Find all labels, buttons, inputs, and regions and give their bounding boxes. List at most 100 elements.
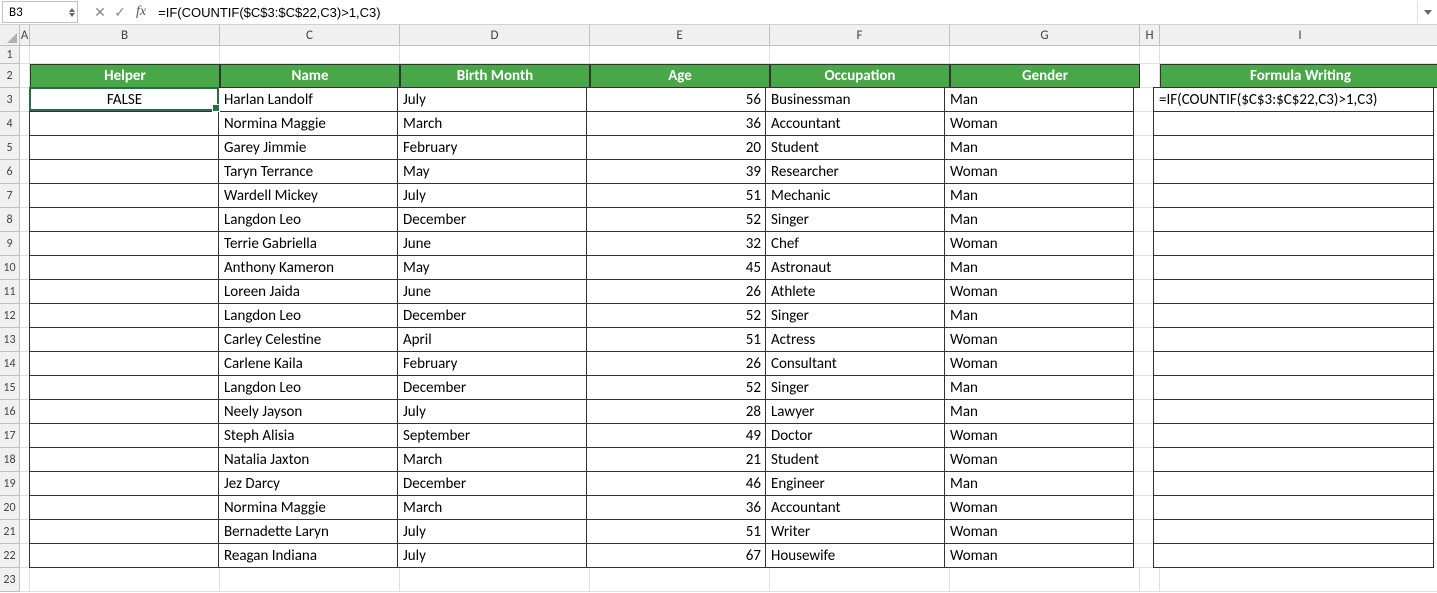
- cell-I14[interactable]: [1153, 351, 1434, 376]
- cell-G23[interactable]: [950, 568, 1140, 592]
- cell-F1[interactable]: [770, 46, 950, 64]
- cell-G7[interactable]: Man: [944, 183, 1134, 208]
- cell-B3[interactable]: FALSE: [29, 87, 219, 112]
- cell-G8[interactable]: Man: [944, 207, 1134, 232]
- cell-E17[interactable]: 49: [586, 423, 766, 448]
- cell-B19[interactable]: [29, 471, 219, 496]
- cell-G4[interactable]: Woman: [944, 111, 1134, 136]
- cell-C13[interactable]: Carley Celestine: [218, 327, 398, 352]
- cell-C11[interactable]: Loreen Jaida: [218, 279, 398, 304]
- cell-B12[interactable]: [29, 303, 219, 328]
- cell-H13[interactable]: [1134, 328, 1154, 352]
- cell-H18[interactable]: [1134, 448, 1154, 472]
- cell-B23[interactable]: [30, 568, 220, 592]
- cell-I8[interactable]: [1153, 207, 1434, 232]
- cell-F3[interactable]: Businessman: [765, 87, 945, 112]
- cell-D15[interactable]: December: [397, 375, 587, 400]
- cell-G19[interactable]: Man: [944, 471, 1134, 496]
- row-header-6[interactable]: 6: [0, 160, 20, 184]
- cell-A23[interactable]: [20, 568, 30, 592]
- cell-F4[interactable]: Accountant: [765, 111, 945, 136]
- cell-I16[interactable]: [1153, 399, 1434, 424]
- cell-D18[interactable]: March: [397, 447, 587, 472]
- row-header-4[interactable]: 4: [0, 112, 20, 136]
- row-header-15[interactable]: 15: [0, 376, 20, 400]
- accept-formula-icon[interactable]: ✓: [110, 2, 130, 22]
- cell-B9[interactable]: [29, 231, 219, 256]
- cell-C19[interactable]: Jez Darcy: [218, 471, 398, 496]
- cell-A2[interactable]: [20, 64, 30, 88]
- cell-H21[interactable]: [1134, 520, 1154, 544]
- cell-E21[interactable]: 51: [586, 519, 766, 544]
- cell-C16[interactable]: Neely Jayson: [218, 399, 398, 424]
- cell-C9[interactable]: Terrie Gabriella: [218, 231, 398, 256]
- cell-H5[interactable]: [1134, 136, 1154, 160]
- expand-formula-bar-icon[interactable]: [1417, 1, 1437, 23]
- row-header-21[interactable]: 21: [0, 520, 20, 544]
- formula-input[interactable]: [156, 1, 1417, 23]
- cell-F10[interactable]: Astronaut: [765, 255, 945, 280]
- cell-A1[interactable]: [20, 46, 30, 64]
- cell-G22[interactable]: Woman: [944, 543, 1134, 568]
- row-header-12[interactable]: 12: [0, 304, 20, 328]
- cell-G17[interactable]: Woman: [944, 423, 1134, 448]
- cell-D14[interactable]: February: [397, 351, 587, 376]
- cell-F23[interactable]: [770, 568, 950, 592]
- row-header-18[interactable]: 18: [0, 448, 20, 472]
- cell-D17[interactable]: September: [397, 423, 587, 448]
- cancel-formula-icon[interactable]: ✕: [90, 2, 110, 22]
- cell-I22[interactable]: [1153, 543, 1434, 568]
- cell-H17[interactable]: [1134, 424, 1154, 448]
- cell-C5[interactable]: Garey Jimmie: [218, 135, 398, 160]
- cell-H2[interactable]: [1140, 64, 1160, 88]
- cell-C3[interactable]: Harlan Landolf: [218, 87, 398, 112]
- cell-D16[interactable]: July: [397, 399, 587, 424]
- cell-B15[interactable]: [29, 375, 219, 400]
- cell-F15[interactable]: Singer: [765, 375, 945, 400]
- cell-C14[interactable]: Carlene Kaila: [218, 351, 398, 376]
- row-header-17[interactable]: 17: [0, 424, 20, 448]
- cell-F19[interactable]: Engineer: [765, 471, 945, 496]
- cell-D13[interactable]: April: [397, 327, 587, 352]
- cell-C22[interactable]: Reagan Indiana: [218, 543, 398, 568]
- row-header-13[interactable]: 13: [0, 328, 20, 352]
- column-header-A[interactable]: A: [20, 25, 30, 46]
- cell-C10[interactable]: Anthony Kameron: [218, 255, 398, 280]
- cell-I13[interactable]: [1153, 327, 1434, 352]
- cell-F20[interactable]: Accountant: [765, 495, 945, 520]
- row-header-16[interactable]: 16: [0, 400, 20, 424]
- cell-B1[interactable]: [30, 46, 220, 64]
- cell-G16[interactable]: Man: [944, 399, 1134, 424]
- cell-G12[interactable]: Man: [944, 303, 1134, 328]
- cell-I1[interactable]: [1160, 46, 1437, 64]
- column-header-I[interactable]: I: [1160, 25, 1437, 46]
- cell-G21[interactable]: Woman: [944, 519, 1134, 544]
- cell-C2[interactable]: Name: [220, 64, 400, 88]
- row-header-22[interactable]: 22: [0, 544, 20, 568]
- cell-I2[interactable]: Formula Writing: [1160, 64, 1437, 88]
- cell-D23[interactable]: [400, 568, 590, 592]
- row-header-14[interactable]: 14: [0, 352, 20, 376]
- cell-H8[interactable]: [1134, 208, 1154, 232]
- cell-E1[interactable]: [590, 46, 770, 64]
- cell-B11[interactable]: [29, 279, 219, 304]
- cell-D12[interactable]: December: [397, 303, 587, 328]
- cell-C17[interactable]: Steph Alisia: [218, 423, 398, 448]
- cell-I6[interactable]: [1153, 159, 1434, 184]
- cell-F11[interactable]: Athlete: [765, 279, 945, 304]
- cell-I20[interactable]: [1153, 495, 1434, 520]
- cell-D22[interactable]: July: [397, 543, 587, 568]
- cell-I18[interactable]: [1153, 447, 1434, 472]
- cell-F2[interactable]: Occupation: [770, 64, 950, 88]
- cell-C4[interactable]: Normina Maggie: [218, 111, 398, 136]
- cell-E3[interactable]: 56: [586, 87, 766, 112]
- cell-H10[interactable]: [1134, 256, 1154, 280]
- cell-F17[interactable]: Doctor: [765, 423, 945, 448]
- cell-B5[interactable]: [29, 135, 219, 160]
- cell-D2[interactable]: Birth Month: [400, 64, 590, 88]
- cell-I10[interactable]: [1153, 255, 1434, 280]
- cell-H19[interactable]: [1134, 472, 1154, 496]
- cell-H9[interactable]: [1134, 232, 1154, 256]
- column-header-G[interactable]: G: [950, 25, 1140, 46]
- row-header-8[interactable]: 8: [0, 208, 20, 232]
